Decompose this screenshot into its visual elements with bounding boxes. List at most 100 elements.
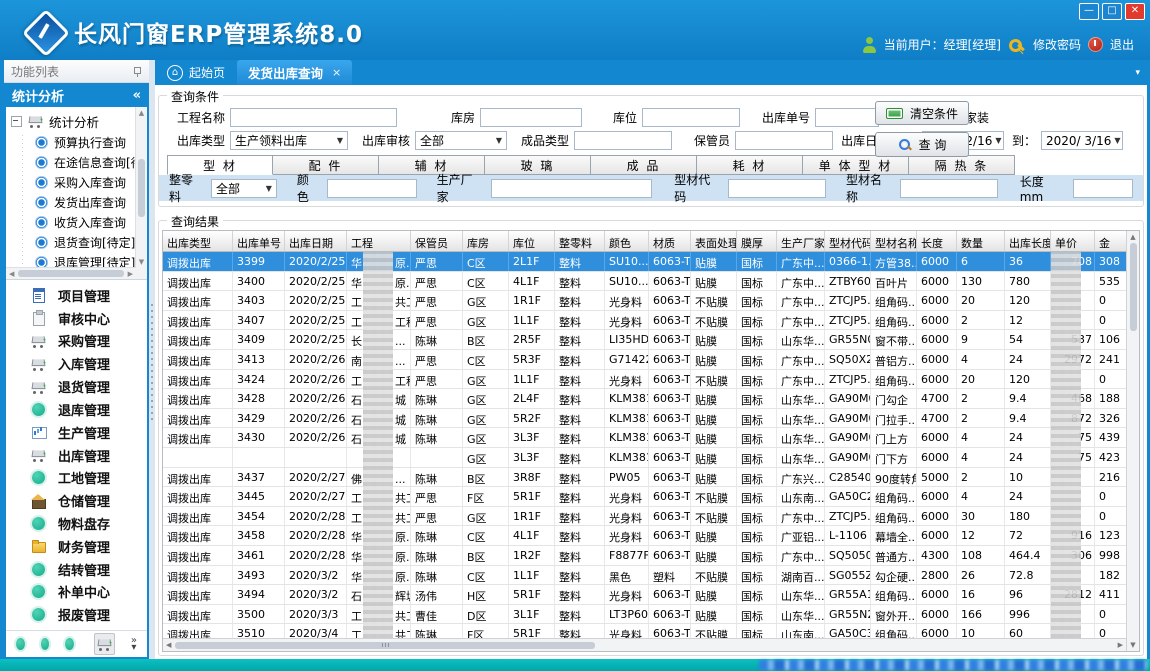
change-password-link[interactable]: 修改密码 <box>1033 36 1081 53</box>
sidebar-menu-item[interactable]: 退货管理 <box>30 377 147 396</box>
warehouse-input[interactable] <box>480 108 582 127</box>
table-row[interactable]: 调拨出库34942020/3/2石辉城汤伟H区5R1F整料光身料6063-T5贴… <box>163 585 1126 605</box>
zhengling-select[interactable]: 全部▼ <box>211 179 277 198</box>
color-input[interactable] <box>327 179 417 198</box>
column-header[interactable]: 出库类型 <box>163 231 233 251</box>
column-header[interactable]: 单价 <box>1051 231 1095 251</box>
table-row[interactable]: 调拨出库35102020/3/4工共工程陈琳F区5R1F整料光身料6063-T5… <box>163 624 1126 638</box>
table-row[interactable]: 调拨出库34072020/2/25工工程严思G区1L1F整料光身料6063-T5… <box>163 311 1126 331</box>
profile-code-input[interactable] <box>728 179 826 198</box>
sidebar-menu-item[interactable]: 入库管理 <box>30 354 147 373</box>
collapse-icon[interactable]: « <box>133 88 141 103</box>
sidebar-menu-item[interactable]: 出库管理 <box>30 446 147 465</box>
table-row[interactable]: 调拨出库34582020/2/28华原...陈琳C区4L1F整料光身料6063-… <box>163 526 1126 546</box>
module-cart-button[interactable] <box>94 633 115 655</box>
sidebar-menu-item[interactable]: 审核中心 <box>30 309 147 328</box>
date-to-select[interactable]: 2020/ 3/16▼ <box>1041 131 1123 150</box>
tree-item[interactable]: 预算执行查询 <box>35 132 135 152</box>
logout-link[interactable]: 退出 <box>1110 36 1134 53</box>
table-vertical-scrollbar[interactable]: ▲▼ <box>1126 231 1139 651</box>
column-header[interactable]: 生产厂家 <box>777 231 825 251</box>
column-header[interactable]: 出库长度 <box>1005 231 1051 251</box>
search-button[interactable]: 查 询 <box>875 132 969 157</box>
column-header[interactable]: 型材名称 <box>871 231 917 251</box>
tree-item[interactable]: 在途信息查询[待 <box>35 152 135 172</box>
table-row[interactable]: 调拨出库34372020/2/27佛...陈琳B区3R8F整料PW056063-… <box>163 468 1126 488</box>
tree-root-node[interactable]: 统计分析 <box>11 110 135 132</box>
table-row[interactable]: 调拨出库34932020/3/2华原...陈琳C区1L1F整料黑色塑料不贴膜国标… <box>163 566 1126 586</box>
column-header[interactable]: 金 <box>1095 231 1126 251</box>
column-header[interactable]: 保管员 <box>411 231 463 251</box>
close-button[interactable]: ✕ <box>1125 3 1145 20</box>
column-header[interactable]: 数量 <box>957 231 1005 251</box>
outbound-type-select[interactable]: 生产领料出库▼ <box>230 131 348 150</box>
tab-close-icon[interactable]: × <box>332 66 341 79</box>
sidebar-menu-item[interactable]: 生产管理 <box>30 423 147 442</box>
sidebar-menu-item[interactable]: 结转管理 <box>30 560 147 579</box>
column-header[interactable]: 材质 <box>649 231 691 251</box>
tree-item[interactable]: 发货出库查询 <box>35 192 135 212</box>
module-dot-icon[interactable] <box>65 638 74 650</box>
length-input[interactable] <box>1073 179 1133 198</box>
table-row[interactable]: 调拨出库34132020/2/26南...严思C区5R3F整料G71422606… <box>163 350 1126 370</box>
table-row[interactable]: 调拨出库34002020/2/25华原...严思C区4L1F整料SU10...6… <box>163 272 1126 292</box>
column-header[interactable]: 长度 <box>917 231 957 251</box>
pin-icon[interactable] <box>133 66 142 77</box>
sidebar-menu-item[interactable]: 工地管理 <box>30 468 147 487</box>
table-row[interactable]: 调拨出库34452020/2/27工共工程严思F区5R1F整料光身料6063-T… <box>163 487 1126 507</box>
table-row[interactable]: 调拨出库34282020/2/26石城陈琳G区2L4F整料KLM38176063… <box>163 389 1126 409</box>
profile-name-input[interactable] <box>900 179 998 198</box>
material-tab[interactable]: 玻 璃 <box>485 155 591 175</box>
module-dot-icon[interactable] <box>16 638 25 650</box>
outbound-audit-select[interactable]: 全部▼ <box>415 131 507 150</box>
module-dot-icon[interactable] <box>41 638 50 650</box>
sidebar-menu-item[interactable]: 项目管理 <box>30 286 147 305</box>
tree-vertical-scrollbar[interactable]: ▲▼ <box>135 107 147 279</box>
sidebar-splitter[interactable] <box>149 60 155 659</box>
column-header[interactable]: 颜色 <box>605 231 649 251</box>
tree-collapse-icon[interactable] <box>11 116 22 127</box>
location-input[interactable] <box>642 108 740 127</box>
clear-conditions-button[interactable]: 清空条件 <box>875 101 969 125</box>
tab-outbound-query[interactable]: 发货出库查询 × <box>237 60 352 85</box>
table-row[interactable]: 调拨出库34302020/2/26石城陈琳G区3L3F整料KLM38176063… <box>163 428 1126 448</box>
keeper-input[interactable] <box>735 131 833 150</box>
column-header[interactable]: 膜厚 <box>737 231 777 251</box>
column-header[interactable]: 型材代码 <box>825 231 871 251</box>
sidebar-menu-item[interactable]: 物料盘存 <box>30 514 147 533</box>
tree-horizontal-scrollbar[interactable]: ◀▶ <box>6 267 136 279</box>
maximize-button[interactable]: □ <box>1102 3 1122 20</box>
column-header[interactable]: 出库单号 <box>233 231 285 251</box>
table-row[interactable]: 调拨出库35002020/3/3工共工程曹佳D区3L1F整料LT3P606063… <box>163 605 1126 625</box>
minimize-button[interactable]: — <box>1079 3 1099 20</box>
tree-item[interactable]: 采购入库查询 <box>35 172 135 192</box>
sidebar-menu-item[interactable]: 报废管理 <box>30 605 147 624</box>
tabbar-caret-icon[interactable]: ▾ <box>1135 68 1140 78</box>
tree-item[interactable]: 收货入库查询 <box>35 212 135 232</box>
table-row[interactable]: 调拨出库34612020/2/28华原...陈琳B区1R2F整料F8877FT6… <box>163 546 1126 566</box>
manufacturer-input[interactable] <box>491 179 653 198</box>
outbound-no-input[interactable] <box>815 108 879 127</box>
tree-item[interactable]: 退货查询[待定] <box>35 232 135 252</box>
sidebar-menu-item[interactable]: 采购管理 <box>30 331 147 350</box>
sidebar-menu-item[interactable]: 财务管理 <box>30 537 147 556</box>
project-name-input[interactable] <box>230 108 397 127</box>
column-header[interactable]: 库房 <box>463 231 509 251</box>
column-header[interactable]: 工程 <box>347 231 411 251</box>
sidebar-menu-item[interactable]: 仓储管理 <box>30 491 147 510</box>
table-row[interactable]: 调拨出库34092020/2/25长...陈琳B区2R5F整料LI35HD606… <box>163 330 1126 350</box>
column-header[interactable]: 出库日期 <box>285 231 347 251</box>
product-type-input[interactable] <box>574 131 672 150</box>
material-tab[interactable]: 配 件 <box>273 155 379 175</box>
table-horizontal-scrollbar[interactable]: ◀▶ <box>163 638 1126 651</box>
material-tab[interactable]: 隔 热 条 <box>909 155 1015 175</box>
column-header[interactable]: 库位 <box>509 231 555 251</box>
table-row[interactable]: 调拨出库34032020/2/25工共工程严思G区1R1F整料光身料6063-T… <box>163 291 1126 311</box>
overflow-chevron[interactable]: »▾ <box>131 637 137 651</box>
table-row[interactable]: 调拨出库34292020/2/26石城陈琳G区5R2F整料KLM38176063… <box>163 409 1126 429</box>
table-row[interactable]: G区3L3F整料KLM38176063-T5贴膜国标山东华...GA90M09.… <box>163 448 1126 468</box>
table-row[interactable]: 调拨出库33992020/2/25华原...严思C区2L1F整料SU10...6… <box>163 252 1126 272</box>
tab-home[interactable]: ⌂ 起始页 <box>155 60 237 85</box>
table-row[interactable]: 调拨出库34542020/2/28工共工程严思G区1R1F整料光身料6063-T… <box>163 507 1126 527</box>
stats-section-header[interactable]: 统计分析 « <box>4 83 149 107</box>
